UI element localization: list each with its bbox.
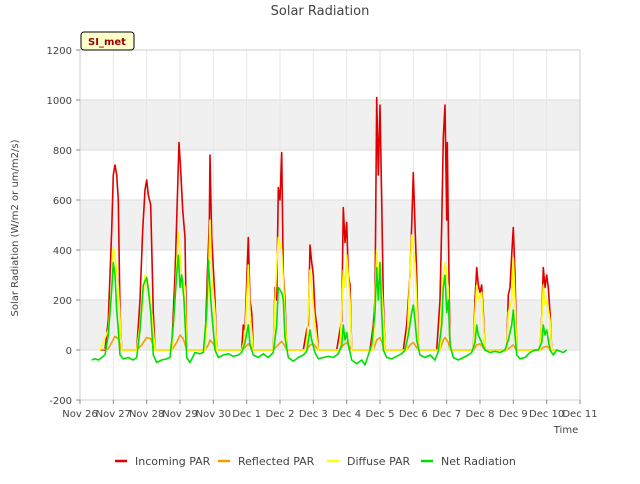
y-tick-label: 1200 xyxy=(47,46,72,57)
x-tick-label: Dec 7 xyxy=(432,409,461,420)
y-axis-ticks: -200 0 200 400 600 800 1000 1200 xyxy=(47,46,80,407)
x-tick-label: Dec 5 xyxy=(366,409,395,420)
legend-label: Net Radiation xyxy=(441,455,516,468)
legend-item-reflected-par: Reflected PAR xyxy=(218,455,315,468)
x-tick-label: Dec 6 xyxy=(399,409,428,420)
x-tick-label: Nov 26 xyxy=(62,409,97,420)
legend-label: Reflected PAR xyxy=(238,455,315,468)
x-tick-label: Dec 2 xyxy=(266,409,295,420)
x-tick-label: Dec 8 xyxy=(466,409,495,420)
y-tick-label: -200 xyxy=(49,396,72,407)
y-tick-label: 200 xyxy=(53,296,72,307)
x-tick-label: Dec 10 xyxy=(529,409,564,420)
x-tick-label: Dec 1 xyxy=(232,409,261,420)
x-tick-label: Nov 27 xyxy=(96,409,131,420)
grid-band xyxy=(80,100,580,150)
y-tick-label: 400 xyxy=(53,246,72,257)
chart-container: Solar Radiation -200 0 200 400 600 800 1000 120… xyxy=(0,0,640,480)
legend-item-incoming-par: Incoming PAR xyxy=(115,455,211,468)
y-tick-label: 1000 xyxy=(47,96,72,107)
x-tick-label: Nov 30 xyxy=(196,409,231,420)
chart-title: Solar Radiation xyxy=(271,4,370,19)
x-tick-label: Dec 4 xyxy=(332,409,361,420)
x-tick-label: Dec 9 xyxy=(499,409,528,420)
solar-radiation-chart: Solar Radiation -200 0 200 400 600 800 1000 120… xyxy=(10,4,598,468)
x-axis-ticks: Nov 26Nov 27Nov 28Nov 29Nov 30 Dec 1 Dec 2… xyxy=(62,400,598,420)
x-tick-label: Nov 28 xyxy=(129,409,164,420)
y-axis-label: Solar Radiation (W/m2 or um/m2/s) xyxy=(10,139,21,316)
legend: Incoming PAR Reflected PAR Diffuse PAR Net … xyxy=(115,455,516,468)
x-tick-label: Dec 11 xyxy=(562,409,597,420)
x-axis-label: Time xyxy=(553,425,578,436)
station-badge: SI_met xyxy=(80,31,135,51)
x-tick-label: Dec 3 xyxy=(299,409,328,420)
legend-item-diffuse-par: Diffuse PAR xyxy=(327,455,411,468)
y-tick-label: 0 xyxy=(66,346,72,357)
y-tick-label: 600 xyxy=(53,196,72,207)
grid-band xyxy=(80,200,580,250)
x-tick-label: Nov 29 xyxy=(162,409,197,420)
grid-bands xyxy=(80,100,580,350)
legend-item-net-radiation: Net Radiation xyxy=(421,455,516,468)
y-tick-label: 800 xyxy=(53,146,72,157)
legend-label: Diffuse PAR xyxy=(347,455,411,468)
legend-label: Incoming PAR xyxy=(135,455,211,468)
badge-label: SI_met xyxy=(88,37,126,48)
